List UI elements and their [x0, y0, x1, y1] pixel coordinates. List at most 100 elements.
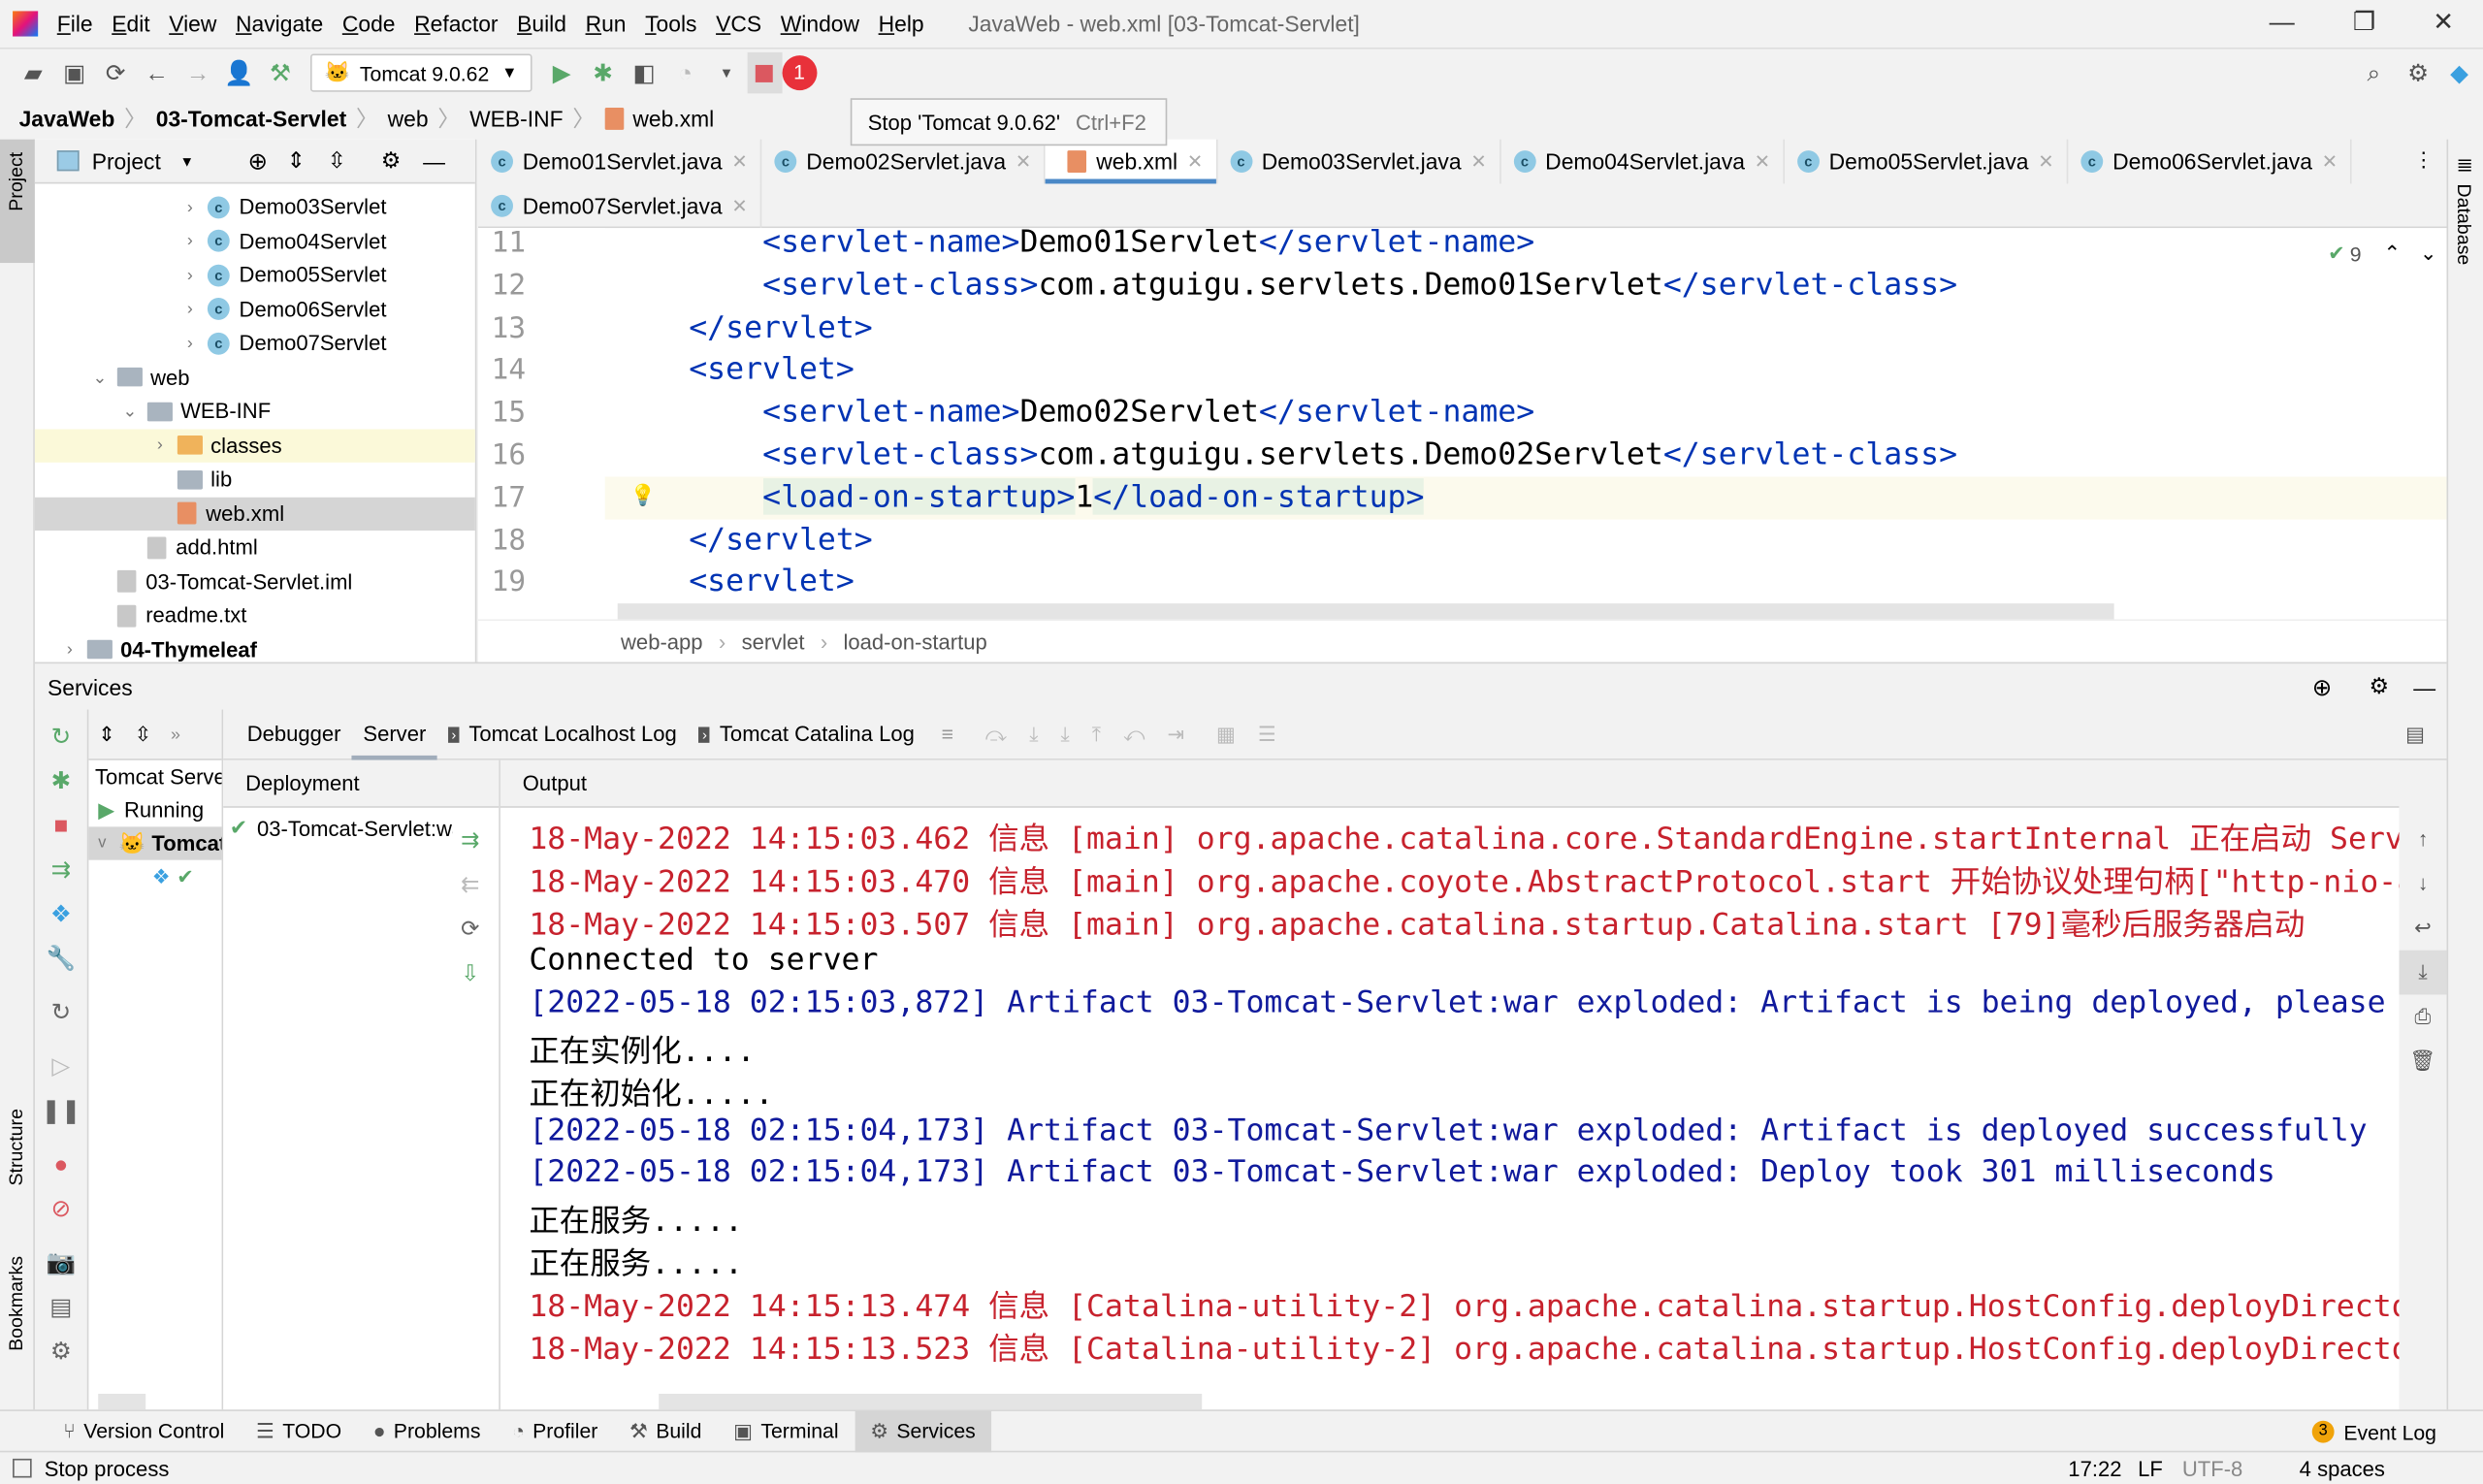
database-icon[interactable]: ≣: [2456, 152, 2473, 177]
event-log-button[interactable]: 3 Event Log: [2311, 1411, 2436, 1452]
expand-all-icon[interactable]: ⇕: [98, 722, 115, 747]
structure-tool-button[interactable]: Structure: [5, 1109, 27, 1186]
deployment-item[interactable]: ✔ 03-Tomcat-Servlet:war exploded: [223, 808, 453, 849]
line-separator[interactable]: LF: [2138, 1456, 2163, 1479]
collapse-all-icon[interactable]: ⇳: [328, 147, 346, 175]
down-icon[interactable]: ↓: [2400, 861, 2447, 906]
caret-position[interactable]: 17:22: [2068, 1456, 2121, 1479]
tree-item[interactable]: readme.txt: [35, 598, 475, 632]
menu-view[interactable]: View: [169, 11, 216, 36]
expand-all-icon[interactable]: ⇕: [287, 147, 306, 175]
tool-tab-build[interactable]: ⚒ Build: [614, 1410, 718, 1451]
run-icon[interactable]: ▶: [541, 58, 582, 87]
project-view-select[interactable]: Project: [92, 148, 161, 174]
prev-highlight-icon[interactable]: ⌃: [2383, 241, 2401, 266]
scroll-to-end-icon[interactable]: ⤓: [2399, 950, 2447, 995]
hide-icon[interactable]: —: [2413, 674, 2435, 699]
open-folder-icon[interactable]: ▰: [13, 58, 53, 87]
chevron-right-icon[interactable]: ›: [148, 436, 171, 455]
menu-code[interactable]: Code: [342, 11, 396, 36]
indent-setting[interactable]: 4 spaces: [2300, 1456, 2385, 1479]
chevron-down-icon[interactable]: ▼: [179, 153, 194, 169]
tree-item[interactable]: ⌄ WEB-INF: [35, 395, 475, 429]
close-tab-icon[interactable]: ✕: [1755, 150, 1770, 173]
tab-tomcat-localhost-log[interactable]: › Tomcat Localhost Log: [437, 709, 689, 759]
build-hammer-icon[interactable]: ⚒: [260, 58, 301, 87]
breadcrumb-item[interactable]: WEB-INF: [469, 106, 564, 131]
editor-tab[interactable]: c Demo03Servlet.java ✕: [1217, 139, 1501, 184]
tree-item[interactable]: › classes: [34, 428, 475, 463]
tree-item[interactable]: › c Demo07Servlet: [35, 326, 475, 360]
print-icon[interactable]: ⎙: [2400, 994, 2447, 1039]
pause-icon[interactable]: ❚❚: [35, 1089, 87, 1134]
gear-icon[interactable]: ⚙: [2370, 673, 2390, 700]
menu-build[interactable]: Build: [517, 11, 566, 36]
editor-crumb[interactable]: web-app: [621, 629, 703, 653]
restore-button[interactable]: ❐: [2328, 0, 2401, 48]
database-tool-button[interactable]: Database: [2453, 183, 2475, 265]
tree-item-artifact[interactable]: ❖ ✔: [88, 860, 221, 893]
menu-vcs[interactable]: VCS: [716, 11, 761, 36]
tool-tab-version-control[interactable]: ⑂ Version Control: [48, 1410, 241, 1451]
user-icon[interactable]: 👤: [218, 58, 259, 87]
menu-navigate[interactable]: Navigate: [236, 11, 323, 36]
breadcrumb-item[interactable]: web.xml: [632, 106, 714, 131]
lightbulb-icon[interactable]: 💡: [630, 483, 656, 508]
chevron-right-icon[interactable]: ›: [178, 300, 201, 319]
close-button[interactable]: ✕: [2407, 0, 2480, 48]
run-config-select[interactable]: 🐱 Tomcat 9.0.62 ▼: [310, 53, 532, 92]
tab-server[interactable]: Server: [351, 709, 437, 759]
close-tab-icon[interactable]: ✕: [1470, 150, 1486, 173]
tool-tab-todo[interactable]: ☰ TODO: [241, 1410, 358, 1451]
menu-tools[interactable]: Tools: [645, 11, 696, 36]
bookmarks-tool-button[interactable]: Bookmarks: [5, 1256, 27, 1351]
deploy-icon[interactable]: ⇉: [35, 849, 87, 893]
forward-icon[interactable]: →: [177, 59, 218, 86]
chevron-right-icon[interactable]: ›: [58, 640, 81, 660]
debug-icon[interactable]: ✱: [35, 760, 87, 805]
output-console[interactable]: Output 18-May-2022 14:15:03.462 信息 [main…: [500, 759, 2400, 1410]
breadcrumb-item[interactable]: 03-Tomcat-Servlet: [156, 106, 346, 131]
tree-item[interactable]: › c Demo06Servlet: [35, 292, 475, 326]
file-encoding[interactable]: UTF-8: [2182, 1456, 2242, 1479]
breadcrumb-item[interactable]: web: [388, 106, 429, 131]
editor-tab[interactable]: c Demo04Servlet.java ✕: [1500, 139, 1785, 184]
step-into-icon[interactable]: ⤓: [1029, 722, 1038, 747]
chevron-right-icon[interactable]: ›: [178, 232, 201, 251]
code-editor[interactable]: ✔ 9 ⌃ ⌄ 11 <servlet-name>Demo01Servlet</s…: [478, 228, 2447, 620]
save-icon[interactable]: ▣: [54, 58, 95, 87]
layout-icon[interactable]: ▤: [35, 1286, 87, 1331]
settings-icon[interactable]: ⚙: [2398, 58, 2438, 87]
run-to-cursor-icon[interactable]: ⇥: [1168, 722, 1185, 747]
close-tab-icon[interactable]: ✕: [731, 150, 747, 173]
plugin-logo-icon[interactable]: ◆: [2438, 58, 2479, 87]
trace-icon[interactable]: ☰: [1258, 722, 1276, 747]
up-icon[interactable]: ↑: [2400, 818, 2447, 862]
menu-edit[interactable]: Edit: [112, 11, 149, 36]
menu-file[interactable]: File: [57, 11, 93, 36]
project-tool-button[interactable]: Project: [0, 139, 35, 264]
resume-icon[interactable]: ▷: [35, 1046, 87, 1090]
wrench-icon[interactable]: 🔧: [35, 938, 87, 983]
close-tab-icon[interactable]: ✕: [1187, 150, 1203, 173]
next-highlight-icon[interactable]: ⌄: [2420, 241, 2437, 266]
tree-item[interactable]: › c Demo04Servlet: [35, 224, 475, 258]
editor-crumb[interactable]: servlet: [742, 629, 805, 653]
minimize-button[interactable]: —: [2245, 0, 2318, 48]
horizontal-scrollbar[interactable]: [617, 603, 2114, 620]
menu-help[interactable]: Help: [879, 11, 924, 36]
rerun-icon[interactable]: ↻: [35, 716, 87, 760]
search-icon[interactable]: ⌕: [2353, 59, 2394, 86]
locate-icon[interactable]: ⊕: [248, 146, 269, 176]
tree-item-tomcat-server[interactable]: Tomcat Server: [88, 760, 222, 793]
tree-item[interactable]: › c Demo03Servlet: [35, 190, 475, 224]
menu-run[interactable]: Run: [586, 11, 627, 36]
tree-item[interactable]: ⌄ web: [35, 360, 475, 394]
refresh-icon[interactable]: ⟳: [461, 906, 479, 951]
refresh-icon[interactable]: ↻: [35, 991, 87, 1036]
drop-frame-icon[interactable]: ⤺: [1123, 722, 1145, 747]
undeploy-icon[interactable]: ⇇: [461, 861, 479, 906]
tree-item[interactable]: add.html: [35, 531, 475, 565]
layout-icon[interactable]: ▤: [2405, 722, 2425, 747]
locate-icon[interactable]: ⊕: [2312, 672, 2333, 701]
